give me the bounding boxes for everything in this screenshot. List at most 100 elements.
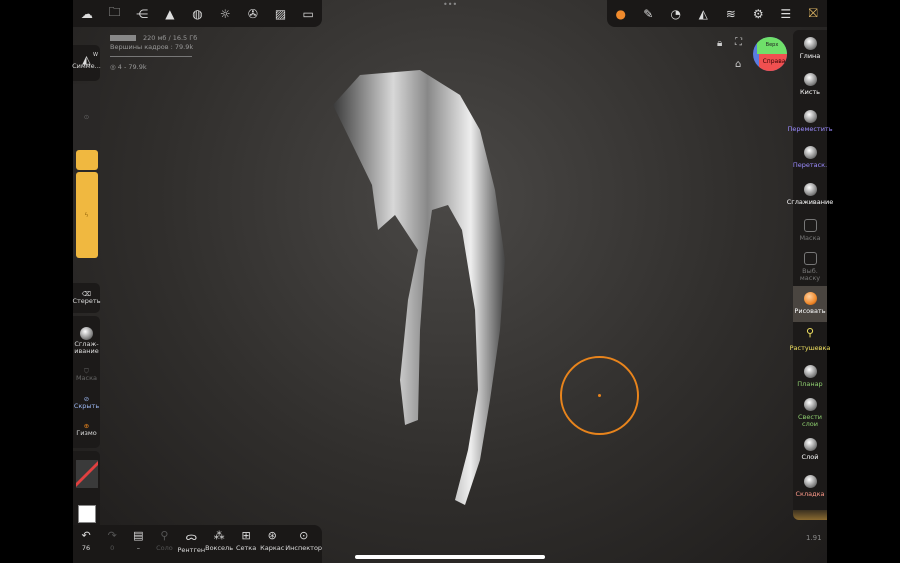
tool-label: Рисовать — [794, 307, 826, 316]
render-icon[interactable]: ✇ — [239, 0, 267, 27]
wireframe-label: Каркас — [260, 544, 285, 552]
radius-slider[interactable]: ⊙ — [76, 86, 98, 148]
paint-color-icon[interactable]: ● — [607, 0, 635, 27]
tool-label: Планар — [797, 380, 823, 389]
home-indicator[interactable] — [355, 555, 545, 559]
gizmo-button[interactable]: ⊕ Гизмо — [76, 423, 97, 437]
inspector-button[interactable]: ⊙ Инспектор — [285, 529, 322, 552]
redo-button[interactable]: ↷ 0 — [99, 529, 125, 552]
image-icon[interactable]: ▨ — [267, 0, 295, 27]
tool-select-mask[interactable]: Выб. маску — [793, 249, 827, 286]
select-mask-icon — [803, 252, 817, 266]
drag-icon — [803, 146, 817, 160]
xray-label: Рентген — [177, 546, 206, 554]
no-material-swatch[interactable] — [75, 459, 98, 488]
gift-icon[interactable]: ⛝ — [800, 0, 828, 27]
hide-button[interactable]: ⊘ Скрыть — [74, 395, 99, 410]
logo-icon[interactable]: ☁ — [73, 0, 101, 27]
grid-button[interactable]: ⊞ Сетка — [233, 529, 259, 552]
smooth-icon — [80, 326, 93, 340]
brush-sliders: ⊙ ϟ — [73, 84, 100, 260]
symmetry-icon[interactable]: ◭ — [690, 0, 718, 27]
pencil-icon[interactable]: ✎ — [635, 0, 663, 27]
redo-count: 0 — [110, 544, 115, 552]
mesh-icon[interactable]: ▲ — [156, 0, 184, 27]
tool-mask[interactable]: Маска — [793, 213, 827, 250]
top-left-toolbar: ☁ 🗀 ⋲ ▲ ◍ ☼ ✇ ▨ ▭ — [73, 0, 322, 27]
tool-label: Переместить — [787, 124, 833, 133]
share-nodes-icon[interactable]: ⋲ — [128, 0, 156, 27]
settings-icon[interactable]: ⚙ — [745, 0, 773, 27]
tool-paint[interactable]: Рисовать — [793, 285, 827, 322]
folder-icon[interactable]: 🗀 — [101, 0, 129, 27]
camera-icon[interactable]: ▭ — [294, 0, 322, 27]
smooth-button[interactable]: Сглаж­ивание — [73, 326, 100, 355]
solo-button[interactable]: ⚲ Соло — [151, 529, 177, 552]
wireframe-icon: ⊛ — [267, 529, 277, 542]
mask-label: Маска — [75, 374, 98, 383]
paint-icon — [803, 292, 817, 306]
sculpt-mesh — [333, 70, 505, 505]
voxel-button[interactable]: ⁂ Воксель — [205, 529, 233, 552]
clay-icon — [803, 36, 817, 50]
layer-icon — [803, 438, 817, 452]
mask-button[interactable]: ⛉ Маска — [76, 368, 97, 382]
tool-planar[interactable]: Планар — [793, 359, 827, 396]
layers-icon[interactable]: ≋ — [717, 0, 745, 27]
smooth-label: Сглаж­ивание — [74, 339, 99, 355]
grid-icon: ⊞ — [241, 529, 251, 542]
tool-flatten-layers[interactable]: Свести слои — [793, 395, 827, 432]
move-icon — [803, 109, 817, 123]
tool-label: Глина — [799, 51, 821, 60]
tool-label: Складка — [795, 489, 825, 498]
tool-smudge[interactable]: ⚲ Растушевка — [790, 322, 831, 359]
more-tools-button[interactable] — [793, 510, 827, 520]
menu-dots[interactable]: ••• — [443, 0, 457, 9]
solo-label: Соло — [156, 544, 173, 552]
gizmo-label: Гизмо — [76, 429, 97, 438]
fullscreen-icon[interactable]: ⛶ — [735, 37, 742, 48]
symmetry-button[interactable]: ◭ Симме... W — [72, 45, 101, 81]
color-swatch[interactable] — [77, 504, 96, 523]
gizmo-right[interactable]: Справа — [759, 54, 787, 71]
tool-label: Растушевка — [789, 343, 831, 352]
device-icon: ▤ — [133, 529, 144, 542]
light-icon[interactable]: ☼ — [211, 0, 239, 27]
phone-button[interactable]: ▤ – — [125, 529, 151, 552]
home-icon[interactable]: ⌂ — [735, 59, 741, 70]
material-sphere-icon[interactable]: ◍ — [184, 0, 212, 27]
palette-icon[interactable]: ◔ — [662, 0, 690, 27]
color-swatches — [73, 451, 100, 531]
tool-drag[interactable]: Перетаск. — [793, 140, 827, 177]
redo-icon: ↷ — [107, 529, 117, 542]
objects-text: ◎ 4 - 79.9k — [110, 63, 147, 71]
tool-brush[interactable]: Кисть — [793, 67, 827, 104]
pressure-slider[interactable]: ϟ — [75, 172, 98, 258]
tool-smooth[interactable]: Сглаживание — [787, 176, 833, 213]
symmetry-key: W — [93, 52, 98, 58]
tool-crease[interactable]: Складка — [793, 468, 827, 505]
left-panel: ◭ Симме... W ⊙ ϟ ⌫ Стереть Сглаж­ивание ⛉… — [72, 45, 101, 534]
lock-icon[interactable]: 🔒︎ — [717, 38, 722, 49]
tool-label: Слой — [801, 453, 819, 462]
sliders-icon[interactable]: ☰ — [772, 0, 800, 27]
gizmo-top[interactable]: Верх — [757, 37, 787, 54]
tool-label: Перетаск. — [792, 161, 828, 170]
undo-icon: ↶ — [81, 529, 91, 542]
left-tools: Сглаж­ивание ⛉ Маска ⊘ Скрыть ⊕ Гизмо — [73, 316, 100, 448]
planar-icon — [803, 365, 817, 379]
symmetry-label: Симме... — [72, 62, 101, 70]
intensity-slider[interactable] — [75, 150, 98, 170]
erase-button[interactable]: ⌫ Стереть — [72, 283, 101, 313]
xray-button[interactable]: ᯅ Рентген — [178, 529, 206, 554]
undo-button[interactable]: ↶ 76 — [73, 529, 99, 552]
view-cube-gizmo[interactable]: Верх Справа — [753, 37, 787, 71]
tool-clay[interactable]: Глина — [793, 30, 827, 67]
version-text: 1.91 — [806, 534, 822, 542]
brush-cursor — [560, 356, 639, 435]
tool-move[interactable]: Переместить — [787, 103, 833, 140]
tool-label: Свести слои — [798, 413, 822, 429]
tool-layer[interactable]: Слой — [793, 432, 827, 469]
inspector-icon: ⊙ — [299, 529, 309, 542]
wireframe-button[interactable]: ⊛ Каркас — [259, 529, 285, 552]
